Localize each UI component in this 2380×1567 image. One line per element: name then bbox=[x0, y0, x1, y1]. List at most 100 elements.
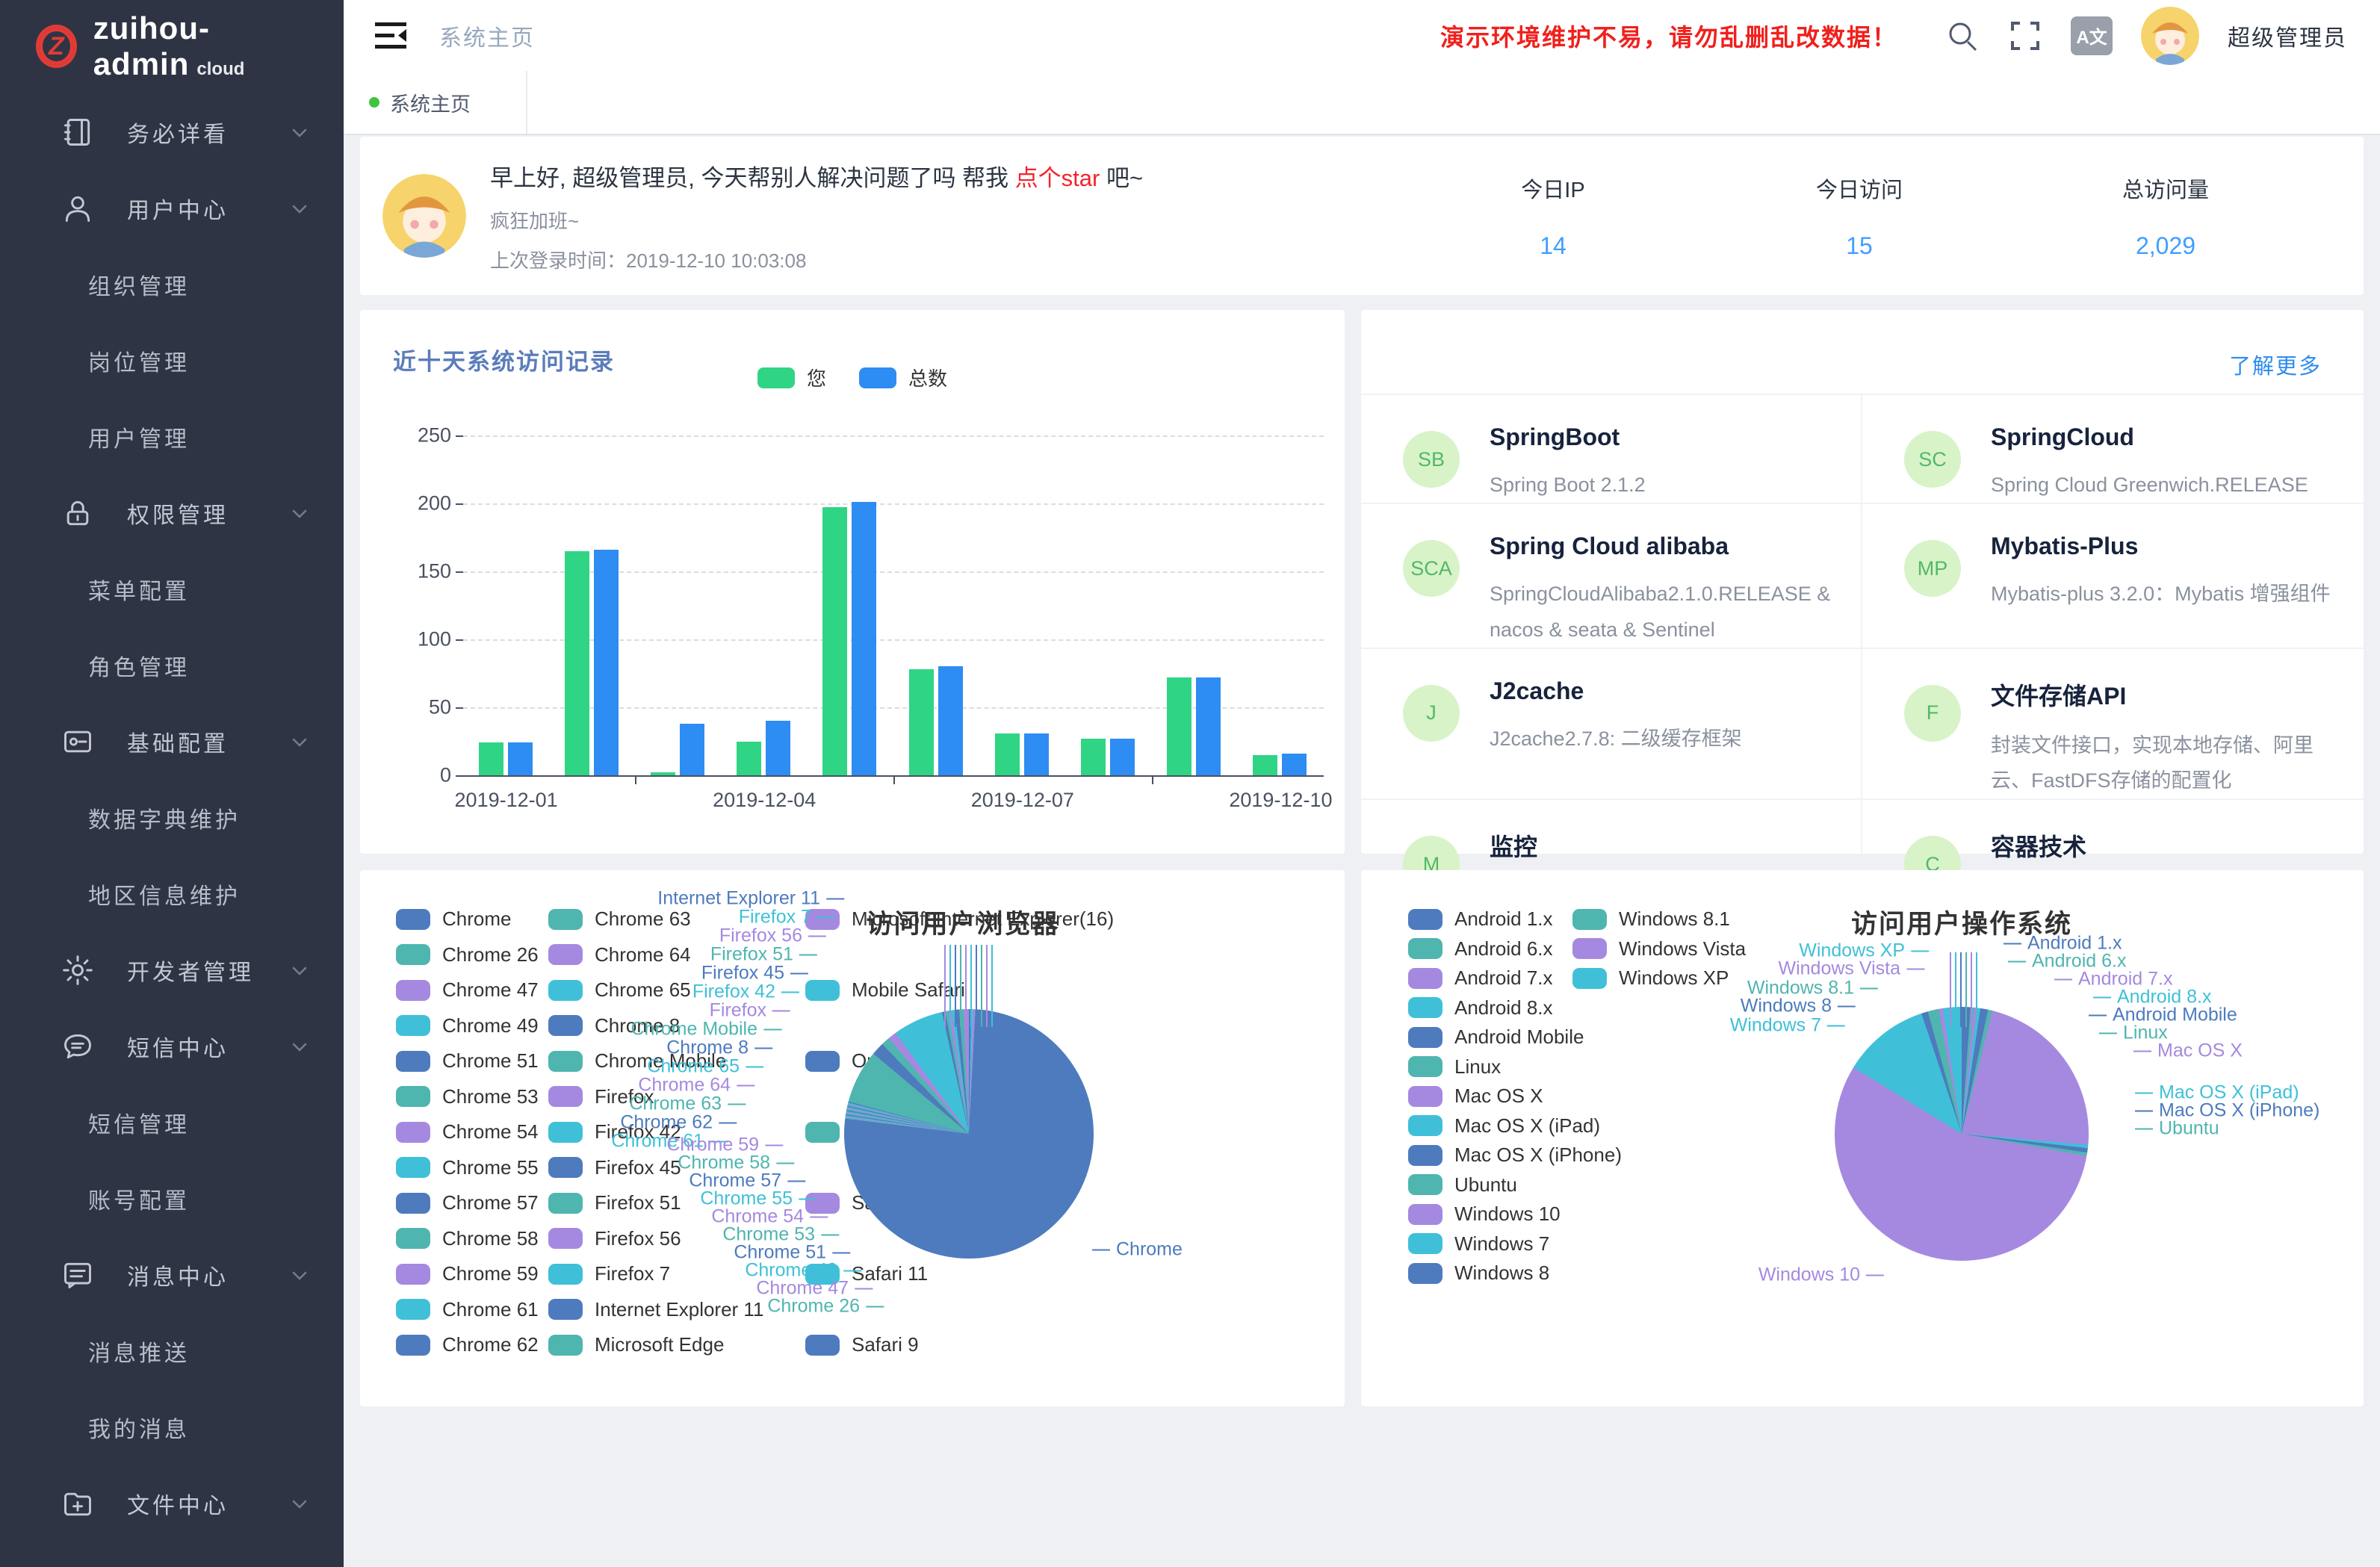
legend-item-Windows Vista[interactable]: Windows Vista bbox=[1572, 937, 1746, 961]
topbar-right: 演示环境维护不易，请勿乱删乱改数据！ A文 bbox=[1440, 7, 2347, 65]
breadcrumb[interactable]: 系统主页 bbox=[439, 19, 535, 52]
legend-item-您[interactable]: 您 bbox=[757, 364, 826, 391]
chevron-down-icon bbox=[288, 502, 311, 524]
sidebar-item-用户管理[interactable]: 用户管理 bbox=[0, 399, 344, 475]
legend-item-Windows 8.1[interactable]: Windows 8.1 bbox=[1572, 907, 1730, 931]
legend-item-Mac OS X (iPhone)[interactable]: Mac OS X (iPhone) bbox=[1408, 1144, 1622, 1167]
chat-icon bbox=[58, 1027, 97, 1066]
sidebar-item-岗位管理[interactable]: 岗位管理 bbox=[0, 323, 344, 399]
legend-item-Internet Explorer 11[interactable]: Internet Explorer 11 bbox=[548, 1298, 763, 1321]
learn-more-link[interactable]: 了解更多 bbox=[2229, 349, 2322, 380]
legend-item-Windows 10[interactable]: Windows 10 bbox=[1408, 1203, 1561, 1226]
sidebar-item-权限管理[interactable]: 权限管理 bbox=[0, 475, 344, 551]
legend-item-Linux[interactable]: Linux bbox=[1408, 1055, 1501, 1079]
tech-name: 容器技术 bbox=[1991, 828, 2334, 863]
legend-item-Chrome 55[interactable]: Chrome 55 bbox=[396, 1156, 539, 1179]
legend-swatch bbox=[757, 367, 795, 388]
bar-you bbox=[737, 742, 761, 776]
bar-groups: 2019-12-012019-12-042019-12-072019-12-10 bbox=[463, 435, 1324, 775]
logo-title: zuihou-admin bbox=[93, 10, 210, 81]
legend-item-Android 8.x[interactable]: Android 8.x bbox=[1408, 996, 1553, 1020]
legend-item-Mobile Safari[interactable]: Mobile Safari bbox=[805, 978, 965, 1002]
sidebar-item-短信中心[interactable]: 短信中心 bbox=[0, 1008, 344, 1085]
leader-line bbox=[970, 945, 972, 1027]
legend-label: Chrome 26 bbox=[442, 943, 539, 966]
legend-item-Android 1.x[interactable]: Android 1.x bbox=[1408, 907, 1553, 931]
legend-item-Chrome 64[interactable]: Chrome 64 bbox=[548, 943, 691, 966]
sidebar-item-用户中心[interactable]: 用户中心 bbox=[0, 170, 344, 246]
sidebar-item-消息中心[interactable]: 消息中心 bbox=[0, 1237, 344, 1313]
legend-item-Chrome 49[interactable]: Chrome 49 bbox=[396, 1014, 539, 1037]
legend-item-Android 7.x[interactable]: Android 7.x bbox=[1408, 966, 1553, 990]
legend-item-Windows 7[interactable]: Windows 7 bbox=[1408, 1232, 1549, 1256]
legend-item-Chrome 26[interactable]: Chrome 26 bbox=[396, 943, 539, 966]
legend-item-Safari 9[interactable]: Safari 9 bbox=[805, 1333, 919, 1356]
star-link[interactable]: 点个star bbox=[1015, 165, 1100, 191]
sidebar-item-文件中心[interactable]: 文件中心 bbox=[0, 1465, 344, 1542]
sidebar-item-基础配置[interactable]: 基础配置 bbox=[0, 704, 344, 780]
topbar: 系统主页 演示环境维护不易，请勿乱删乱改数据！ A文 bbox=[344, 0, 2380, 71]
sidebar-item-组织管理[interactable]: 组织管理 bbox=[0, 246, 344, 323]
chevron-down-icon bbox=[288, 1264, 311, 1286]
sidebar-item-角色管理[interactable]: 角色管理 bbox=[0, 627, 344, 704]
legend-item-Chrome 63[interactable]: Chrome 63 bbox=[548, 907, 691, 931]
legend-item-Android Mobile[interactable]: Android Mobile bbox=[1408, 1025, 1584, 1049]
sidebar-item-务必详看[interactable]: 务必详看 bbox=[0, 94, 344, 170]
app-logo[interactable]: Z zuihou-admincloud bbox=[0, 0, 344, 75]
browser-pie[interactable] bbox=[844, 1009, 1094, 1259]
legend-item-Chrome 61[interactable]: Chrome 61 bbox=[396, 1298, 539, 1321]
collapse-menu-icon[interactable] bbox=[374, 20, 408, 52]
legend-item-Ubuntu[interactable]: Ubuntu bbox=[1408, 1173, 1517, 1197]
legend-item-Chrome 51[interactable]: Chrome 51 bbox=[396, 1049, 539, 1073]
legend-item-Mac OS X[interactable]: Mac OS X bbox=[1408, 1085, 1543, 1108]
legend-item-Chrome 57[interactable]: Chrome 57 bbox=[396, 1191, 539, 1214]
legend-item-Firefox 45[interactable]: Firefox 45 bbox=[548, 1156, 681, 1179]
os-pie[interactable] bbox=[1835, 1007, 2089, 1261]
legend-item-Windows 8[interactable]: Windows 8 bbox=[1408, 1262, 1549, 1285]
legend-item-Chrome 53[interactable]: Chrome 53 bbox=[396, 1085, 539, 1108]
sidebar-item-消息推送[interactable]: 消息推送 bbox=[0, 1313, 344, 1389]
search-icon[interactable] bbox=[1945, 19, 1980, 53]
legend-item-Firefox 7[interactable]: Firefox 7 bbox=[548, 1262, 670, 1285]
legend-item-Chrome 58[interactable]: Chrome 58 bbox=[396, 1227, 539, 1250]
legend-item-Chrome 47[interactable]: Chrome 47 bbox=[396, 978, 539, 1002]
legend-swatch bbox=[1408, 1204, 1442, 1225]
sidebar-menu: 务必详看用户中心组织管理岗位管理用户管理权限管理菜单配置角色管理基础配置数据字典… bbox=[0, 94, 344, 1542]
tech-name: Spring Cloud alibaba bbox=[1490, 533, 1831, 560]
bar-total bbox=[766, 721, 790, 775]
bar-group-2019-12-06 bbox=[893, 435, 979, 775]
translate-icon[interactable]: A文 bbox=[2071, 16, 2113, 55]
legend-item-Chrome 65[interactable]: Chrome 65 bbox=[548, 978, 691, 1002]
bar-total bbox=[938, 666, 963, 775]
sidebar-item-菜单配置[interactable]: 菜单配置 bbox=[0, 551, 344, 627]
fullscreen-icon[interactable] bbox=[2008, 19, 2042, 53]
legend-swatch bbox=[396, 1228, 430, 1249]
legend-item-Android 6.x[interactable]: Android 6.x bbox=[1408, 937, 1553, 961]
logo-suffix: cloud bbox=[196, 59, 244, 79]
legend-item-Mac OS X (iPad)[interactable]: Mac OS X (iPad) bbox=[1408, 1114, 1600, 1138]
greeting-texts: 早上好, 超级管理员, 今天帮别人解决问题了吗 帮我 点个star 吧~ 疯狂加… bbox=[490, 159, 1143, 273]
legend-item-Microsoft Edge[interactable]: Microsoft Edge bbox=[548, 1333, 724, 1356]
user-avatar[interactable] bbox=[2141, 7, 2199, 65]
legend-item-Chrome 54[interactable]: Chrome 54 bbox=[396, 1120, 539, 1144]
sidebar-item-数据字典维护[interactable]: 数据字典维护 bbox=[0, 780, 344, 856]
browser-pie-title: 访问用户浏览器 bbox=[866, 903, 1059, 941]
sidebar-item-我的消息[interactable]: 我的消息 bbox=[0, 1389, 344, 1465]
sidebar-item-地区信息维护[interactable]: 地区信息维护 bbox=[0, 856, 344, 932]
legend-swatch bbox=[396, 1193, 430, 1214]
legend-item-Firefox 51[interactable]: Firefox 51 bbox=[548, 1191, 681, 1214]
legend-item-Windows XP[interactable]: Windows XP bbox=[1572, 966, 1729, 990]
sidebar-item-短信管理[interactable]: 短信管理 bbox=[0, 1085, 344, 1161]
y-axis-label: 50 bbox=[429, 696, 451, 719]
pie-callout-Mac OS X: Mac OS X bbox=[2133, 1040, 2243, 1062]
legend-item-Chrome 62[interactable]: Chrome 62 bbox=[396, 1333, 539, 1356]
legend-item-Firefox 56[interactable]: Firefox 56 bbox=[548, 1227, 681, 1250]
legend-item-总数[interactable]: 总数 bbox=[859, 364, 947, 391]
sidebar-item-label: 我的消息 bbox=[88, 1411, 311, 1444]
tab-system-home[interactable]: 系统主页 bbox=[344, 71, 527, 134]
username-label[interactable]: 超级管理员 bbox=[2228, 19, 2347, 52]
sidebar-item-账号配置[interactable]: 账号配置 bbox=[0, 1161, 344, 1237]
legend-item-Chrome 59[interactable]: Chrome 59 bbox=[396, 1262, 539, 1285]
sidebar-item-开发者管理[interactable]: 开发者管理 bbox=[0, 932, 344, 1008]
legend-item-Chrome[interactable]: Chrome bbox=[396, 907, 511, 931]
